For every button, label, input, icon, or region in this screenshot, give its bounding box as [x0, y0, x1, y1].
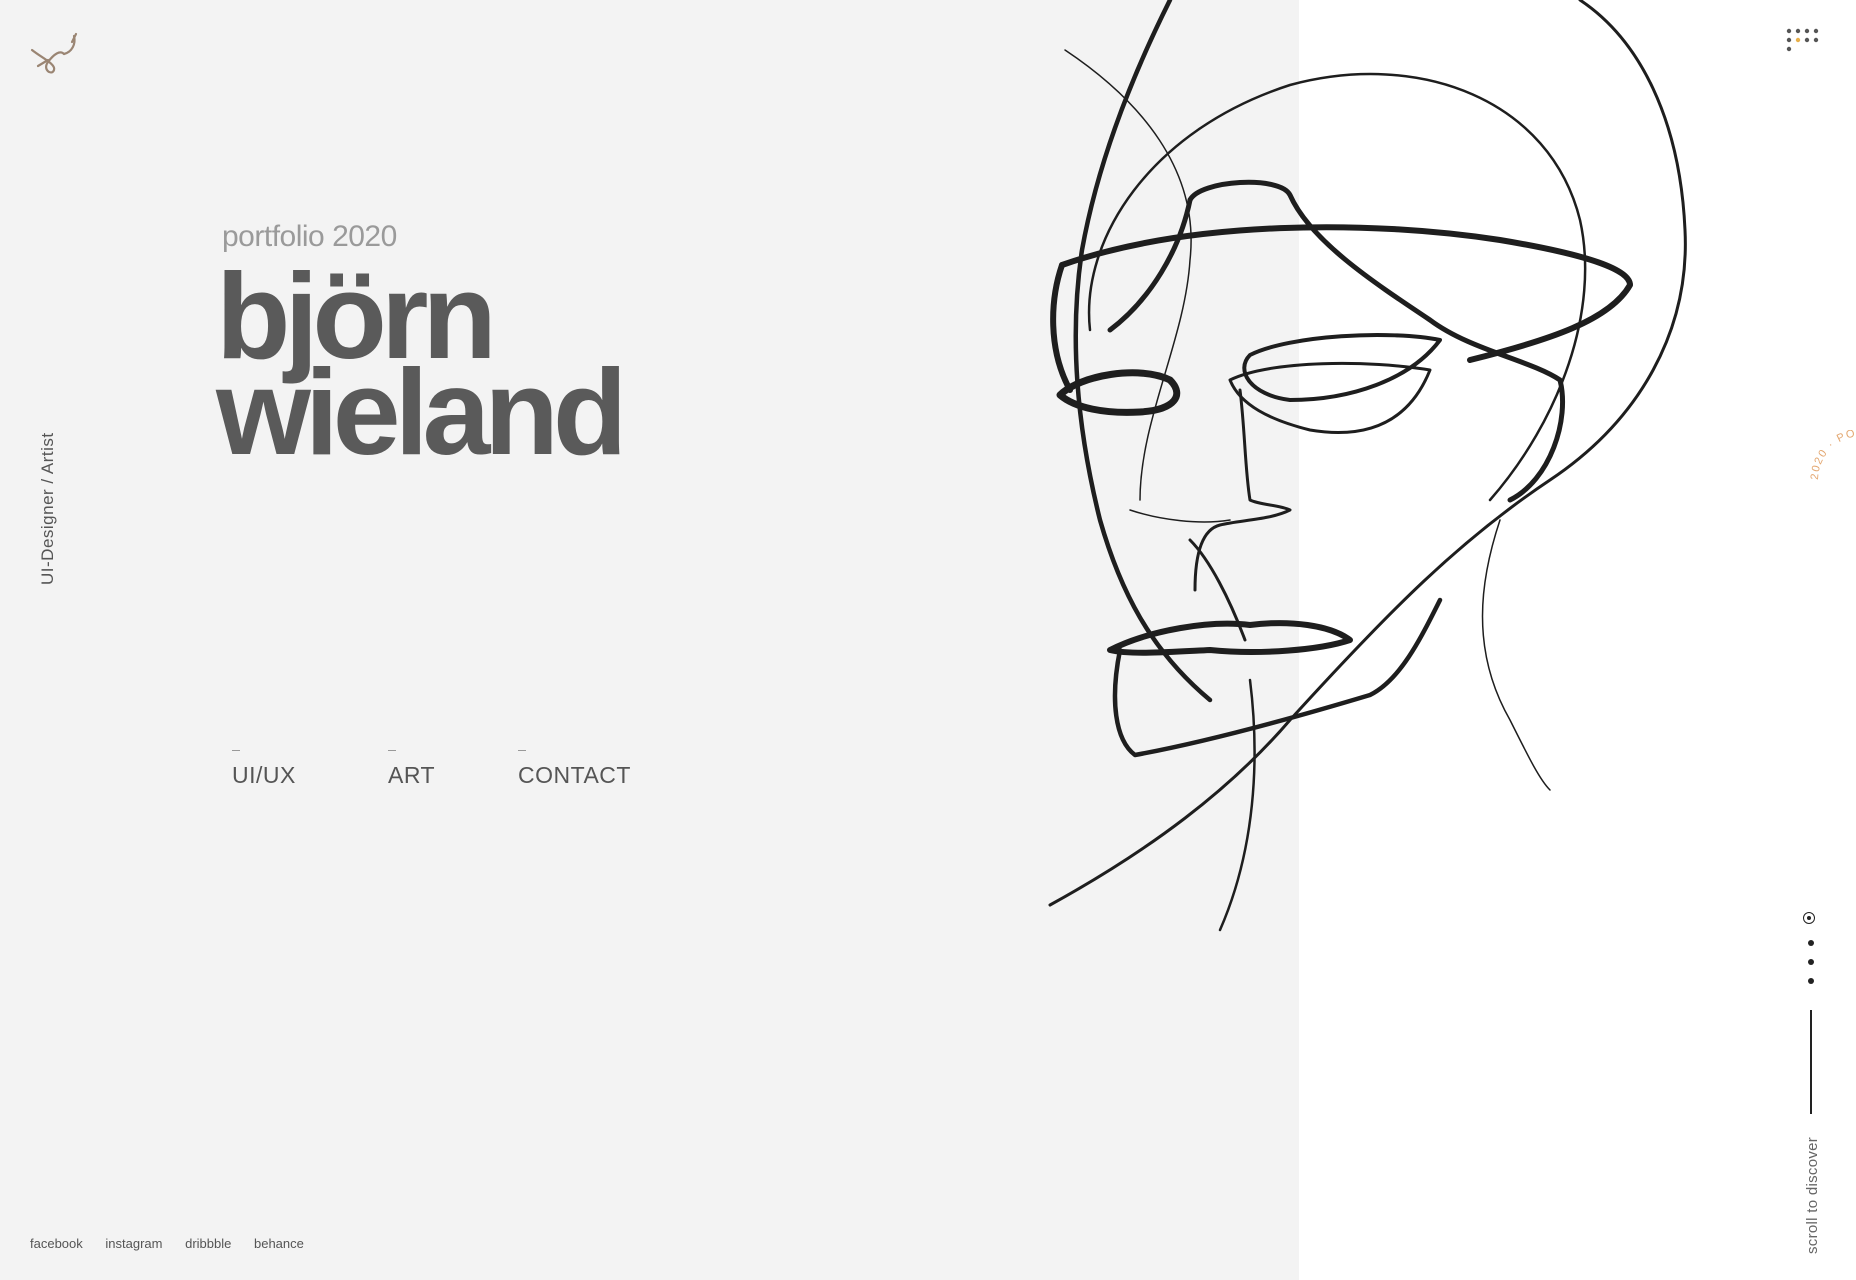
nav-dash	[388, 750, 396, 751]
svg-text:2020 · PORTFOLIO ·: 2020 · PORTFOLIO ·	[1809, 430, 1856, 480]
pager-dot[interactable]	[1808, 959, 1814, 965]
section-pager	[1802, 912, 1822, 992]
nav-dash	[518, 750, 526, 751]
nav-item-label: UI/UX	[232, 762, 296, 788]
scroll-to-discover-label[interactable]: scroll to discover	[1804, 1137, 1821, 1254]
role-label: UI-Designer / Artist	[38, 432, 57, 585]
bw-monogram-icon[interactable]	[28, 30, 80, 78]
social-link-dribbble[interactable]: dribbble	[185, 1236, 231, 1251]
nav-item-contact[interactable]: CONTACT	[518, 748, 631, 789]
nav-item-label: CONTACT	[518, 762, 631, 788]
line-drawing-face	[1048, 0, 1687, 932]
name-line-last: wieland	[216, 344, 627, 480]
nav-item-art[interactable]: ART	[388, 748, 435, 789]
nav-dash	[232, 750, 240, 751]
social-link-facebook[interactable]: facebook	[30, 1236, 83, 1251]
pager-dot[interactable]	[1808, 978, 1814, 984]
grid-dots-menu-icon[interactable]	[1786, 28, 1824, 56]
social-link-instagram[interactable]: instagram	[105, 1236, 162, 1251]
nav-item-uiux[interactable]: UI/UX	[232, 748, 296, 789]
pager-dot[interactable]	[1808, 940, 1814, 946]
pager-dot-active[interactable]	[1803, 912, 1815, 924]
portfolio-badge-icon: 2020 · PORTFOLIO ·	[1809, 430, 1856, 480]
artist-name: björn wieland	[216, 255, 627, 480]
social-link-behance[interactable]: behance	[254, 1236, 304, 1251]
nav-item-label: ART	[388, 762, 436, 788]
scroll-indicator-line	[1810, 1010, 1812, 1114]
badge-text: 2020 · PORTFOLIO ·	[1809, 430, 1856, 480]
social-links: facebook instagram dribbble behance	[30, 1236, 323, 1251]
